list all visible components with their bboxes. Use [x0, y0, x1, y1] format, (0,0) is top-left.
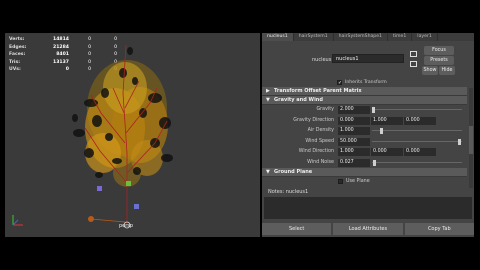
wind-speed-slider-handle[interactable]	[458, 138, 461, 145]
inherits-transform-row[interactable]: ✓ Inherits Transform	[337, 80, 387, 86]
section-ground-plane[interactable]: ▼ Ground Plane	[262, 168, 467, 177]
wind-noise-slider-handle[interactable]	[373, 159, 376, 166]
collapse-arrow-icon: ▼	[266, 97, 270, 103]
load-attributes-button[interactable]: Load Attributes	[333, 223, 403, 235]
gravity-dir-z-field[interactable]: 0.000	[404, 116, 436, 125]
air-density-slider-track[interactable]	[372, 130, 462, 131]
tree-foliage	[72, 47, 173, 187]
tree-model[interactable]	[5, 33, 260, 237]
gravity-dir-y-field[interactable]: 1.000	[371, 116, 403, 125]
node-name-field[interactable]: nucleus1	[332, 54, 404, 63]
nucleus-locators[interactable]	[88, 181, 139, 229]
attribute-editor: nucleus1 hairSystem1 hairSystemShape1 ti…	[262, 33, 474, 237]
tab-hairsystem1[interactable]: hairSystem1	[294, 33, 334, 41]
section-title: Gravity and Wind	[274, 97, 323, 103]
inherits-transform-label: Inherits Transform	[345, 80, 387, 85]
section-gravity-wind[interactable]: ▼ Gravity and Wind	[262, 96, 467, 105]
tab-layer1[interactable]: layer1	[412, 33, 438, 41]
wind-noise-slider-track[interactable]	[372, 161, 462, 163]
attr-label: Wind Speed	[305, 138, 334, 144]
section-title: Ground Plane	[274, 169, 313, 175]
show-button[interactable]: Show	[422, 66, 438, 75]
scrollbar-thumb[interactable]	[469, 126, 473, 154]
attr-wind-speed: Wind Speed 50.000	[262, 137, 467, 148]
gravity-slider-track[interactable]	[372, 109, 462, 110]
select-button[interactable]: Select	[262, 223, 332, 235]
attr-wind-direction: Wind Direction 1.000 0.000 0.000	[262, 147, 467, 158]
use-plane-label: Use Plane	[346, 179, 370, 184]
wind-dir-x-field[interactable]: 1.000	[338, 148, 370, 156]
air-density-field[interactable]: 1.000	[338, 127, 370, 135]
gravity-dir-x-field[interactable]: 0.000	[338, 116, 370, 125]
gravity-field[interactable]: 2.000	[338, 106, 370, 114]
attr-gravity: Gravity 2.000	[262, 105, 467, 116]
presets-button[interactable]: Presets	[424, 56, 454, 65]
wind-speed-field[interactable]: 50.000	[338, 137, 370, 146]
select-arrow-icon[interactable]	[410, 61, 417, 67]
tab-time1[interactable]: time1	[388, 33, 413, 41]
inherits-transform-checkbox[interactable]: ✓	[337, 80, 342, 86]
wind-dir-z-field[interactable]: 0.000	[404, 148, 436, 156]
attr-label: Air Density	[307, 128, 334, 133]
attr-label: Gravity	[316, 107, 334, 112]
axis-gizmo-icon	[12, 215, 23, 226]
bottom-buttons: Select Load Attributes Copy Tab	[262, 223, 474, 235]
tab-hairsystemshape1[interactable]: hairSystemShape1	[334, 33, 388, 41]
notes-label: Notes: nucleus1	[262, 188, 474, 196]
attr-air-density: Air Density 1.000	[262, 126, 467, 137]
attribute-list: ▶ Transform Offset Parent Matrix ▼ Gravi…	[262, 87, 467, 187]
wind-noise-field[interactable]: 0.027	[338, 158, 370, 167]
camera-label: persp	[119, 223, 134, 229]
notes-textarea[interactable]	[264, 197, 472, 219]
attr-gravity-direction: Gravity Direction 0.000 1.000 0.000	[262, 116, 467, 127]
attr-wind-noise: Wind Noise 0.027	[262, 158, 467, 169]
node-name-label: nucleus:	[312, 57, 334, 63]
hide-button[interactable]: Hide	[439, 66, 455, 75]
attr-label: Gravity Direction	[293, 117, 334, 123]
attribute-scrollbar[interactable]	[469, 88, 473, 188]
expand-arrow-icon: ▶	[266, 88, 270, 94]
air-density-slider-handle[interactable]	[380, 128, 383, 134]
collapse-arrow-icon: ▼	[266, 169, 270, 175]
attr-use-plane: Use Plane	[262, 177, 467, 188]
focus-button[interactable]: Focus	[424, 46, 454, 55]
node-tabs: nucleus1 hairSystem1 hairSystemShape1 ti…	[262, 33, 474, 41]
section-title: Transform Offset Parent Matrix	[274, 88, 362, 94]
viewport-panel[interactable]: Verts: 14814 0 0 Edges: 21284 0 0 Faces:…	[5, 33, 260, 237]
wind-dir-y-field[interactable]: 0.000	[371, 148, 403, 156]
copy-tab-button[interactable]: Copy Tab	[404, 223, 474, 235]
focus-arrow-icon[interactable]	[410, 51, 417, 57]
node-header: nucleus: nucleus1 Focus Presets Show Hid…	[262, 46, 474, 83]
attr-label: Wind Noise	[307, 159, 334, 165]
section-transform-offset[interactable]: ▶ Transform Offset Parent Matrix	[262, 87, 467, 96]
attr-label: Wind Direction	[298, 149, 334, 154]
tab-nucleus1[interactable]: nucleus1	[262, 33, 294, 41]
use-plane-checkbox[interactable]	[338, 179, 343, 184]
gravity-slider-handle[interactable]	[372, 107, 375, 113]
wind-speed-slider-track[interactable]	[372, 140, 462, 142]
